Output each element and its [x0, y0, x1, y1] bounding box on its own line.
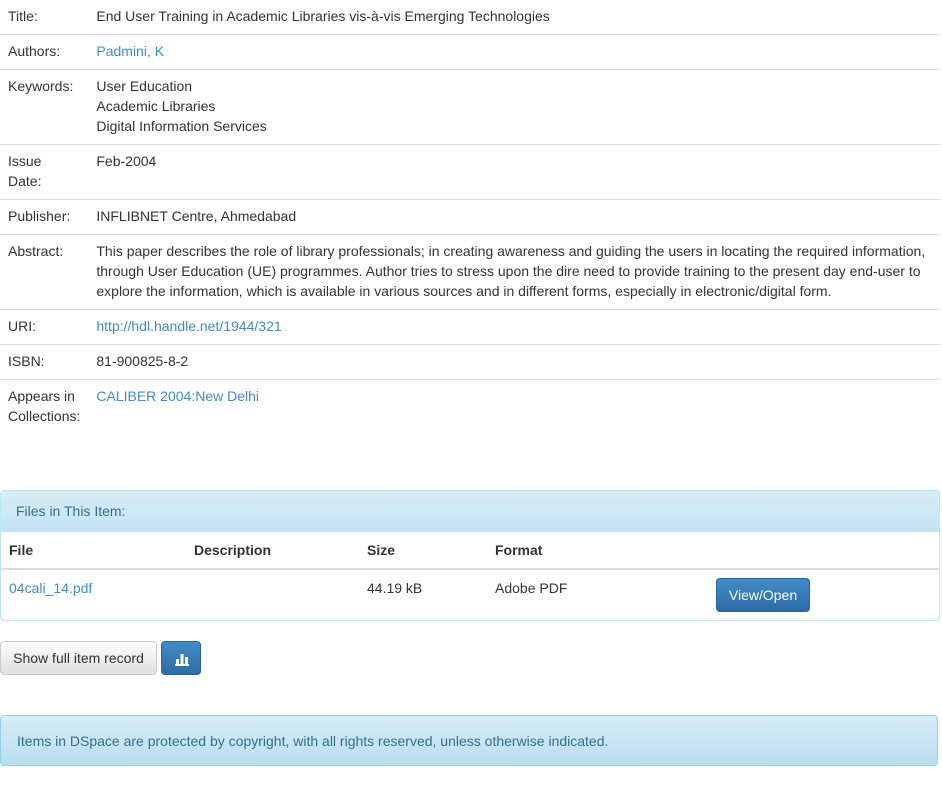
bar-chart-icon — [175, 654, 189, 666]
keyword-item: Academic Libraries — [96, 98, 216, 114]
show-full-record-button[interactable]: Show full item record — [0, 641, 157, 675]
issue-date-value: Feb-2004 — [88, 144, 940, 200]
metadata-row-authors: Authors: Padmini, K — [0, 34, 940, 70]
metadata-row-isbn: ISBN: 81-900825-8-2 — [0, 344, 940, 380]
column-header-action — [708, 532, 939, 570]
item-metadata-table: Title: End User Training in Academic Lib… — [0, 0, 940, 434]
file-description — [186, 569, 359, 620]
keywords-label: Keywords: — [0, 69, 89, 145]
collection-link[interactable]: CALIBER 2004:New Delhi — [96, 388, 259, 404]
files-panel: Files in This Item: File Description Siz… — [0, 490, 940, 621]
table-row: 04cali_14.pdf 44.19 kB Adobe PDF View/Op… — [1, 569, 939, 620]
collections-label-line1: Appears in — [8, 388, 75, 404]
file-link[interactable]: 04cali_14.pdf — [9, 580, 92, 596]
metadata-row-collections: Appears in Collections: CALIBER 2004:New… — [0, 379, 940, 434]
abstract-value: This paper describes the role of library… — [88, 234, 940, 310]
uri-link[interactable]: http://hdl.handle.net/1944/321 — [96, 318, 281, 334]
publisher-value: INFLIBNET Centre, Ahmedabad — [88, 199, 940, 235]
author-link[interactable]: Padmini, K — [96, 43, 164, 59]
file-size: 44.19 kB — [367, 580, 423, 596]
copyright-notice: Items in DSpace are protected by copyrig… — [0, 715, 938, 766]
keyword-item: Digital Information Services — [96, 118, 267, 134]
column-header-format: Format — [487, 532, 708, 570]
column-header-file: File — [1, 532, 186, 570]
collections-label-line2: Collections: — [8, 408, 81, 424]
files-panel-heading: Files in This Item: — [1, 491, 939, 532]
metadata-row-issue-date: Issue Date: Feb-2004 — [0, 144, 940, 200]
view-open-button[interactable]: View/Open — [716, 578, 810, 612]
authors-label: Authors: — [0, 34, 89, 70]
metadata-row-publisher: Publisher: INFLIBNET Centre, Ahmedabad — [0, 199, 940, 235]
files-table: File Description Size Format 04cali_14.p… — [1, 532, 939, 620]
uri-label: URI: — [0, 309, 89, 345]
issue-date-label-line2: Date: — [8, 173, 42, 189]
isbn-label: ISBN: — [0, 344, 89, 380]
isbn-value: 81-900825-8-2 — [88, 344, 940, 380]
collections-label: Appears in Collections: — [0, 379, 89, 434]
title-label: Title: — [8, 8, 38, 24]
abstract-label: Abstract: — [0, 234, 89, 310]
files-table-header: File Description Size Format — [1, 532, 939, 570]
column-header-size: Size — [359, 532, 487, 570]
metadata-row-title: Title: End User Training in Academic Lib… — [0, 0, 940, 35]
title-value: End User Training in Academic Libraries … — [96, 8, 550, 24]
statistics-button[interactable] — [161, 641, 201, 675]
issue-date-label: Issue Date: — [0, 144, 89, 200]
metadata-row-abstract: Abstract: This paper describes the role … — [0, 234, 940, 310]
metadata-row-uri: URI: http://hdl.handle.net/1944/321 — [0, 309, 940, 345]
keyword-item: User Education — [96, 78, 193, 94]
publisher-label: Publisher: — [0, 199, 89, 235]
file-format: Adobe PDF — [495, 580, 568, 596]
metadata-row-keywords: Keywords: User Education Academic Librar… — [0, 69, 940, 145]
column-header-description: Description — [186, 532, 359, 570]
issue-date-label-line1: Issue — [8, 153, 42, 169]
